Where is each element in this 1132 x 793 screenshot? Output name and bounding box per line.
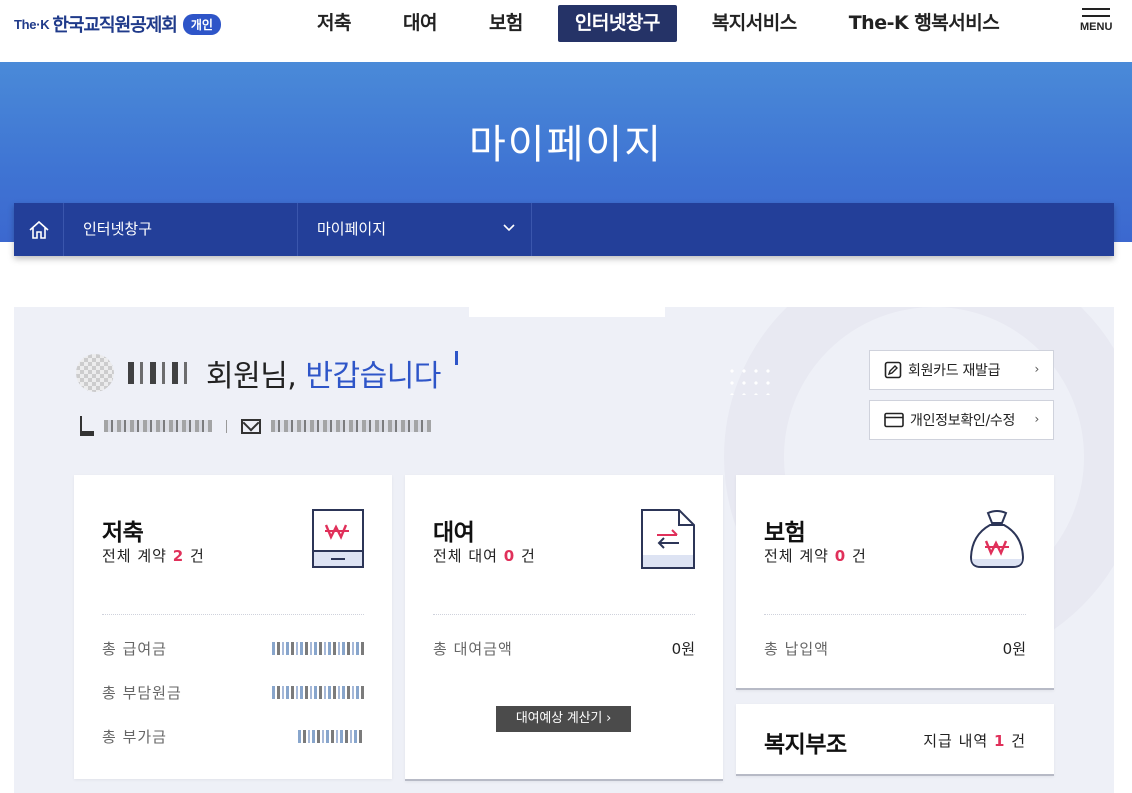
text-cursor (454, 351, 458, 365)
global-nav: 저축 대여 보험 인터넷창구 복지서비스 The-K 행복서비스 (300, 5, 1034, 42)
breadcrumb-label: 마이페이지 (317, 220, 387, 238)
summary-count: 0 (834, 547, 847, 565)
home-icon (28, 220, 49, 239)
breadcrumb-item-mypage[interactable]: 마이페이지 (298, 203, 532, 256)
card-summary: 전체 계약 2 건 (102, 545, 205, 566)
savings-total-extra-row: 총 부가금 (102, 726, 364, 746)
chevron-right-icon: › (1034, 362, 1040, 376)
savings-total-principal-row: 총 부담원금 (102, 682, 364, 702)
divider (102, 614, 364, 615)
card-title: 대여 (433, 520, 475, 546)
masked-phone-number (104, 420, 212, 432)
row-label: 총 급여금 (102, 639, 167, 658)
divider (764, 614, 1026, 615)
row-label: 총 대여금액 (433, 639, 513, 658)
divider (433, 614, 695, 615)
masked-value (298, 729, 364, 743)
summary-suffix: 건 (520, 547, 536, 565)
logo-name: 한국교직원공제회 (52, 15, 177, 36)
document-exchange-icon (641, 509, 695, 569)
summary-prefix: 전체 대여 (433, 547, 498, 565)
nav-item-welfare-service[interactable]: 복지서비스 (695, 5, 814, 42)
summary-count: 2 (172, 547, 185, 565)
button-label: 개인정보확인/수정 (910, 413, 1016, 429)
hamburger-icon-bar (1082, 15, 1110, 17)
summary-count: 1 (993, 732, 1006, 750)
welfare-card[interactable]: 복지부조 지급 내역 1 건 (736, 704, 1054, 776)
greeting: 회원님, 반갑습니다 (76, 351, 458, 395)
mypage-panel: 회원님, 반갑습니다 회원카드 재발급 › 개인정보확인/수정 › 저축 전체 … (14, 307, 1114, 793)
masked-email (271, 420, 431, 432)
row-label: 총 부가금 (102, 727, 167, 746)
card-summary: 전체 계약 0 건 (764, 545, 867, 566)
money-bag-icon (969, 510, 1025, 568)
nav-item-thek-happy-service[interactable]: The-K 행복서비스 (832, 5, 1017, 42)
masked-member-name (128, 362, 192, 384)
edit-personal-info-button[interactable]: 개인정보확인/수정 › (869, 400, 1054, 440)
card-title: 보험 (764, 520, 806, 546)
masked-value (272, 685, 364, 699)
logo-brand: The·K (14, 16, 50, 32)
decorative-tab (469, 307, 665, 317)
reissue-member-card-button[interactable]: 회원카드 재발급 › (869, 350, 1054, 390)
contact-info (80, 415, 431, 437)
card-title: 복지부조 (764, 732, 847, 758)
row-value: 0원 (671, 639, 695, 658)
summary-prefix: 전체 계약 (102, 547, 167, 565)
nav-item-insurance[interactable]: 보험 (472, 5, 540, 42)
divider (226, 419, 227, 433)
avatar (76, 354, 114, 392)
greeting-text: 회원님, 반갑습니다 (206, 351, 441, 395)
summary-prefix: 지급 내역 (923, 732, 989, 750)
menu-label: MENU (1080, 21, 1113, 33)
summary-suffix: 건 (851, 547, 867, 565)
insurance-total-paid-row: 총 납입액 0원 (764, 638, 1026, 658)
card-icon (884, 412, 904, 428)
page-title: 마이페이지 (469, 122, 663, 168)
row-value: 0원 (1002, 639, 1026, 658)
button-label: 회원카드 재발급 (908, 363, 1001, 379)
loan-card[interactable]: 대여 전체 대여 0 건 총 대여금액 0원 대여예상 계산기 › (405, 475, 723, 781)
savings-total-payout-row: 총 급여금 (102, 638, 364, 658)
decorative-dots (726, 365, 772, 395)
chevron-right-icon: › (1034, 412, 1040, 426)
summary-suffix: 건 (1011, 732, 1026, 750)
insurance-card[interactable]: 보험 전체 계약 0 건 총 납입액 0원 (736, 475, 1054, 690)
loan-total-amount-row: 총 대여금액 0원 (433, 638, 695, 658)
nav-item-internet-window[interactable]: 인터넷창구 (557, 5, 677, 42)
breadcrumb-label: 인터넷창구 (83, 220, 153, 238)
hamburger-icon (1082, 8, 1110, 10)
loan-calculator-button[interactable]: 대여예상 계산기 › (496, 706, 631, 732)
breadcrumb-home[interactable] (14, 203, 64, 256)
mail-icon (241, 418, 261, 434)
card-summary: 전체 대여 0 건 (433, 545, 536, 566)
card-summary: 지급 내역 1 건 (923, 730, 1026, 751)
summary-prefix: 전체 계약 (764, 547, 829, 565)
breadcrumb: 인터넷창구 마이페이지 (14, 203, 1114, 256)
global-header: The·K 한국교직원공제회 개인 저축 대여 보험 인터넷창구 복지서비스 T… (0, 0, 1132, 62)
card-title: 저축 (102, 520, 144, 546)
greeting-highlight: 반갑습니다 (305, 359, 441, 394)
chevron-down-icon (503, 224, 515, 232)
masked-value (272, 641, 364, 655)
summary-count: 0 (503, 547, 516, 565)
nav-item-savings[interactable]: 저축 (300, 5, 368, 42)
breadcrumb-item-internet-window[interactable]: 인터넷창구 (64, 203, 298, 256)
greeting-suffix: 회원님, (206, 359, 297, 394)
edit-icon (884, 361, 902, 379)
summary-suffix: 건 (189, 547, 205, 565)
row-label: 총 납입액 (764, 639, 829, 658)
won-bill-icon (312, 509, 364, 568)
savings-card[interactable]: 저축 전체 계약 2 건 총 급여금 총 부담원금 총 부가금 (74, 475, 392, 779)
nav-item-loan[interactable]: 대여 (386, 5, 454, 42)
personal-badge[interactable]: 개인 (182, 13, 221, 35)
phone-icon (80, 416, 94, 436)
row-label: 총 부담원금 (102, 683, 182, 702)
menu-button[interactable]: MENU (1080, 8, 1112, 44)
logo[interactable]: The·K 한국교직원공제회 개인 (14, 10, 221, 38)
